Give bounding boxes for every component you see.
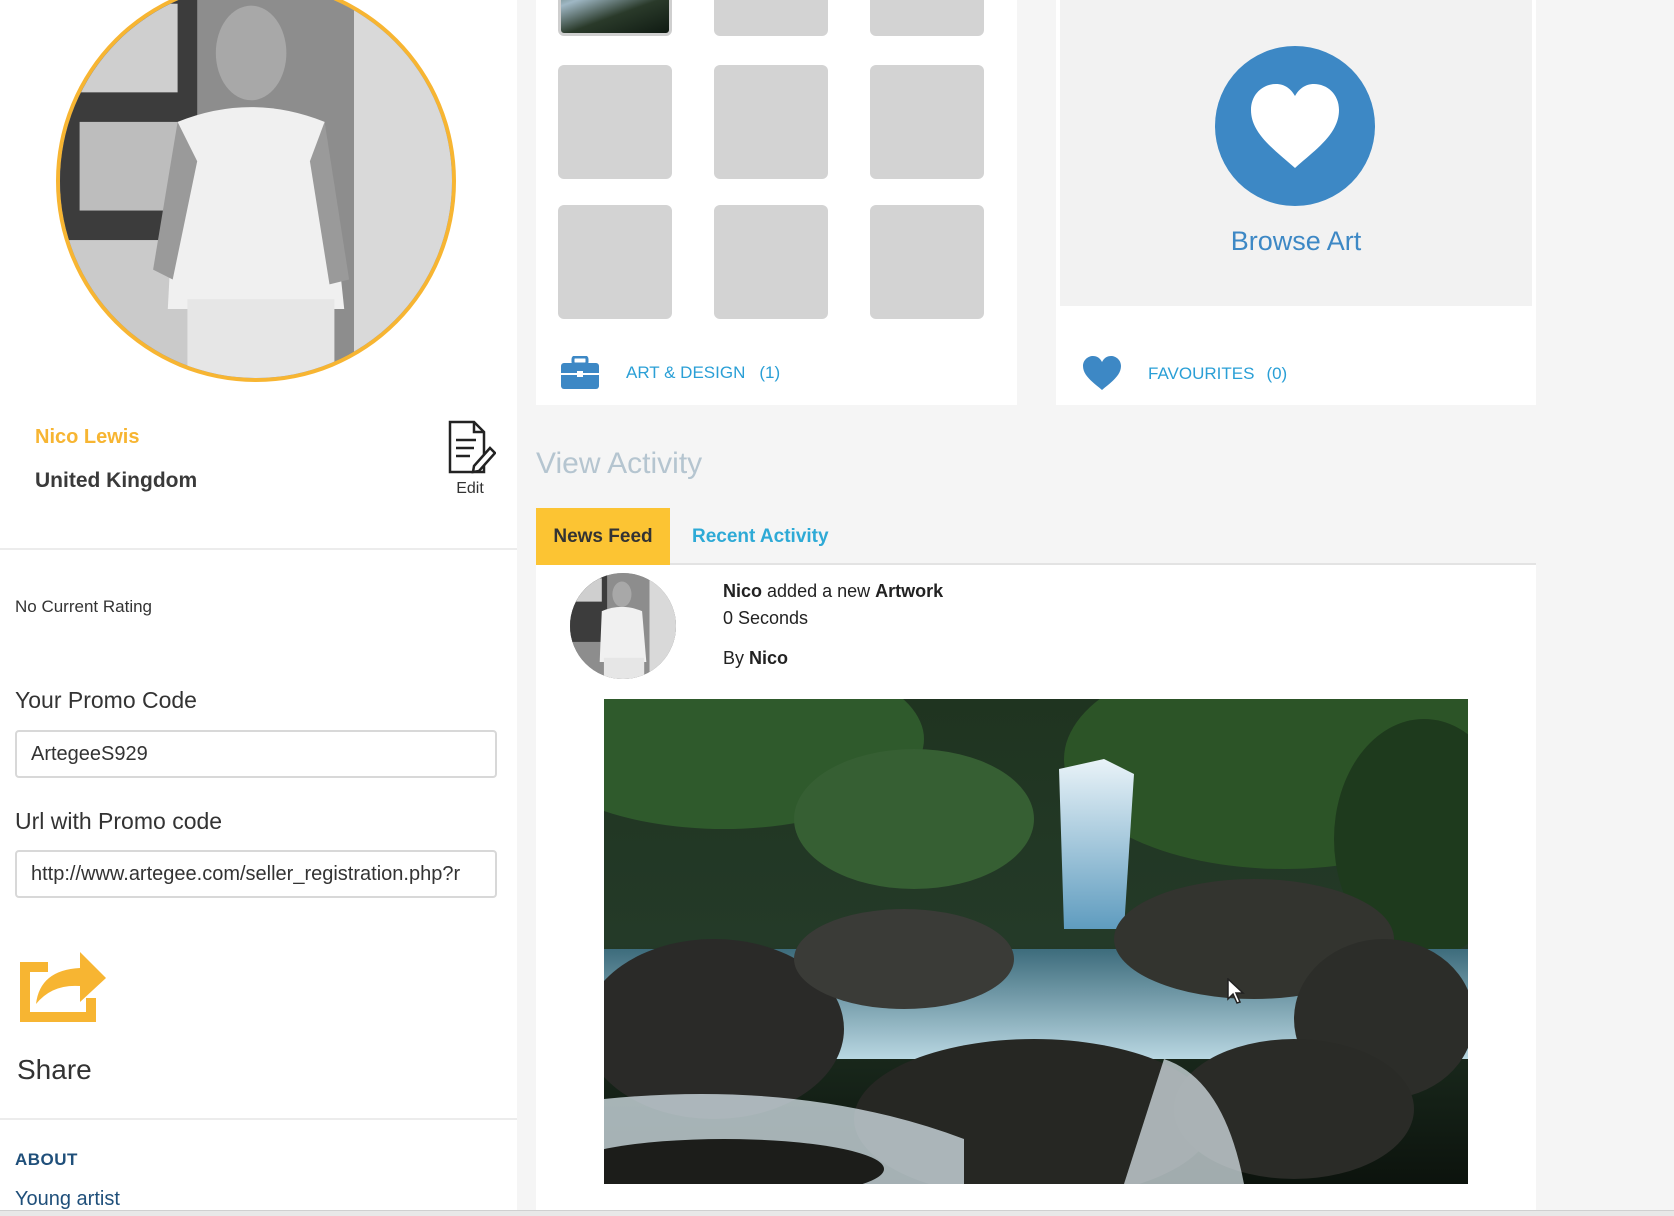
bottom-edge	[0, 1210, 1674, 1216]
feed-by-user[interactable]: Nico	[749, 648, 788, 668]
art-design-count: (1)	[759, 363, 781, 382]
browse-art-label[interactable]: Browse Art	[1060, 226, 1532, 257]
favourites-card: Browse Art FAVOURITES (0)	[1056, 0, 1536, 405]
art-design-label: ART & DESIGN	[626, 363, 746, 382]
share-arrow-icon[interactable]	[14, 940, 108, 1028]
feed-by-prefix: By	[723, 648, 745, 668]
news-feed: Nico added a new Artwork 0 Seconds By Ni…	[536, 565, 1536, 1216]
favourites-count: (0)	[1266, 364, 1288, 383]
feed-byline: By Nico	[723, 648, 788, 669]
about-text: Young artist	[15, 1188, 120, 1210]
favourites-label: FAVOURITES	[1148, 364, 1255, 383]
profile-name: Nico Lewis	[35, 426, 140, 448]
briefcase-icon	[561, 356, 599, 389]
profile-page: Nico Lewis United Kingdom Edit No Curren…	[0, 0, 1674, 1216]
artwork-image[interactable]	[604, 699, 1468, 1184]
artwork-thumbnail[interactable]	[558, 0, 672, 36]
empty-thumbnail	[714, 65, 828, 179]
profile-avatar	[56, 0, 456, 382]
mouse-cursor-icon	[1227, 978, 1245, 1004]
empty-thumbnail	[870, 205, 984, 319]
empty-thumbnail	[558, 205, 672, 319]
feed-object[interactable]: Artwork	[875, 581, 943, 601]
promo-url-input[interactable]	[15, 850, 497, 898]
feed-avatar[interactable]	[570, 573, 676, 679]
tab-news-feed[interactable]: News Feed	[536, 508, 670, 565]
art-design-link[interactable]: ART & DESIGN (1)	[560, 356, 780, 390]
browse-art-button[interactable]	[1215, 46, 1375, 206]
empty-thumbnail	[870, 0, 984, 36]
feed-user[interactable]: Nico	[723, 581, 762, 601]
empty-thumbnail	[714, 0, 828, 36]
about-title: ABOUT	[15, 1150, 78, 1169]
feed-headline: Nico added a new Artwork	[723, 581, 943, 602]
art-design-card: ART & DESIGN (1)	[536, 0, 1017, 405]
promo-code-input[interactable]	[15, 730, 497, 778]
profile-country: United Kingdom	[35, 469, 198, 492]
feed-time: 0 Seconds	[723, 608, 809, 628]
sidebar-divider	[0, 548, 517, 550]
sidebar-divider-2	[0, 1118, 517, 1120]
empty-thumbnail	[558, 65, 672, 179]
browse-art-panel: Browse Art	[1060, 0, 1532, 306]
share-label: Share	[17, 1054, 92, 1085]
favourites-link[interactable]: FAVOURITES (0)	[1082, 356, 1287, 392]
empty-thumbnail	[870, 65, 984, 179]
empty-thumbnail	[714, 205, 828, 319]
activity-tabs: News Feed Recent Activity	[536, 508, 1536, 565]
feed-action: added a new	[767, 581, 871, 601]
promo-code-label: Your Promo Code	[15, 687, 197, 713]
edit-label: Edit	[456, 480, 484, 497]
edit-document-icon	[448, 420, 496, 474]
promo-url-label: Url with Promo code	[15, 808, 223, 834]
heart-icon	[1251, 84, 1339, 168]
heart-icon	[1083, 356, 1121, 390]
activity-title: View Activity	[536, 447, 703, 480]
tab-recent-activity[interactable]: Recent Activity	[692, 508, 829, 565]
profile-sidebar: Nico Lewis United Kingdom Edit No Curren…	[0, 0, 517, 1216]
edit-profile-button[interactable]: Edit	[440, 420, 500, 498]
rating-text: No Current Rating	[15, 597, 153, 616]
